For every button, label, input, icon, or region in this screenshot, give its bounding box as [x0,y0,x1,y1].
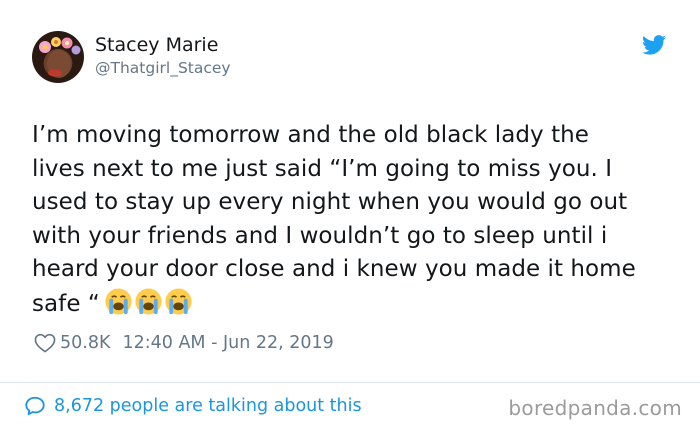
loudly-crying-face-emoji [165,288,192,315]
divider [0,382,700,383]
tweet-text-line: heard your door close and i knew you mad… [32,256,636,283]
conversation-link[interactable]: 8,672 people are talking about this [24,393,362,419]
loudly-crying-face-emoji [105,288,132,315]
speech-bubble-icon [25,396,45,416]
tweet-text: I’m moving tomorrow and the old black la… [32,119,682,321]
tweet-text-line: safe “ [32,290,100,317]
emoji-group [104,287,194,327]
like-count[interactable]: 50.8K [60,333,110,353]
tweet-timestamp[interactable]: 12:40 AM - Jun 22, 2019 [122,333,333,353]
loudly-crying-face-emoji [135,288,162,315]
flower-crown-filter [39,37,81,78]
tweet-text-line: lives next to me just said “I’m going to… [32,155,613,182]
tweet-meta: 50.8K 12:40 AM - Jun 22, 2019 [34,331,334,355]
author-handle[interactable]: @Thatgirl_Stacey [95,59,231,77]
avatar[interactable] [32,31,84,83]
tweet-text-line: I’m moving tomorrow and the old black la… [32,122,589,148]
heart-outline-icon[interactable] [34,333,56,353]
watermark: boredpanda.com [508,396,682,420]
talking-count[interactable]: 8,672 people are talking about this [54,396,362,416]
tweet-text-line: used to stay up every night when you wou… [32,189,628,216]
tweet-card: Stacey Marie @Thatgirl_Stacey I’m moving… [0,0,700,431]
tweet-text-last-line: safe “ [32,287,682,321]
twitter-bird-icon[interactable] [642,35,666,55]
tweet-text-line: with your friends and I wouldn’t go to s… [32,222,608,249]
author-name[interactable]: Stacey Marie [95,34,218,56]
